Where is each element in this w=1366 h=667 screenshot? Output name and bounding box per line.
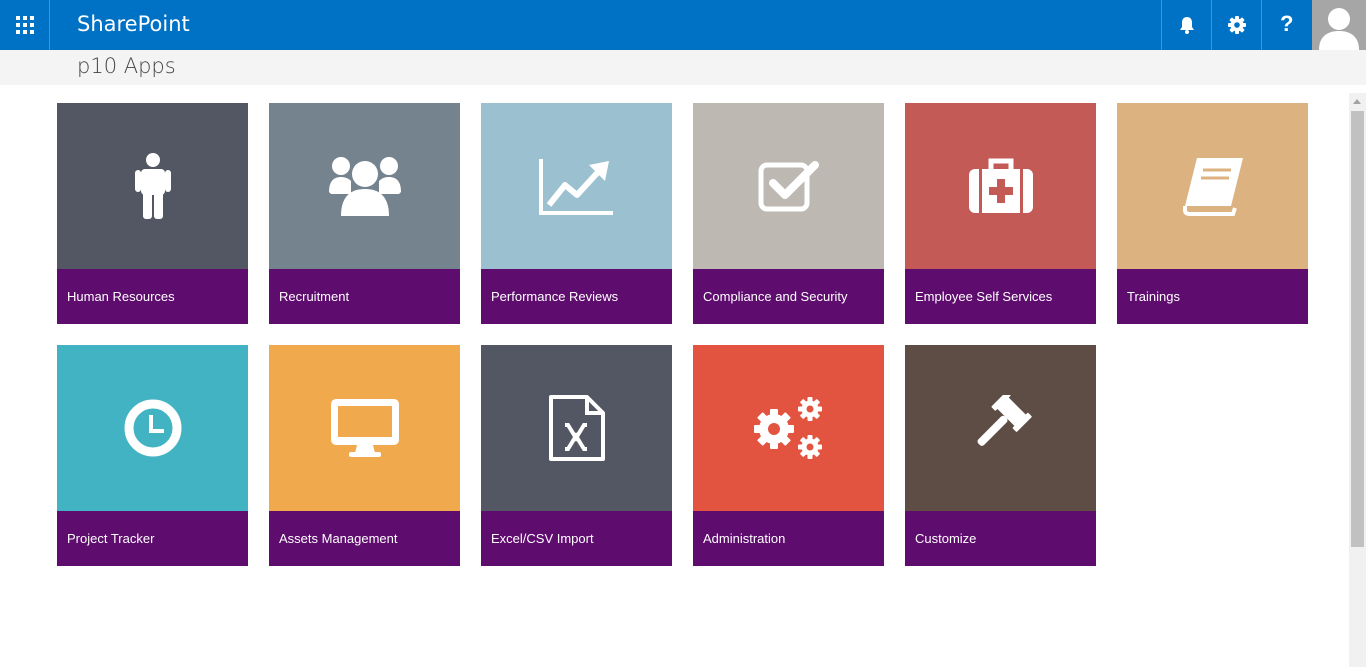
help-button[interactable]: ?	[1261, 0, 1311, 50]
settings-button[interactable]	[1211, 0, 1261, 50]
scroll-thumb[interactable]	[1351, 111, 1364, 547]
users-icon	[328, 157, 401, 216]
tile-art	[693, 103, 884, 269]
bell-icon	[1180, 17, 1194, 34]
tile-art	[57, 345, 248, 511]
tile-administration[interactable]: Administration	[693, 345, 884, 566]
tile-compliance-and-security[interactable]: Compliance and Security	[693, 103, 884, 324]
tile-employee-self-services[interactable]: Employee Self Services	[905, 103, 1096, 324]
scroll-up-arrow[interactable]	[1349, 93, 1366, 110]
tile-label: Assets Management	[269, 511, 460, 566]
tile-label: Human Resources	[57, 269, 248, 324]
gears-icon	[753, 397, 822, 459]
line-chart-icon	[538, 159, 613, 215]
tile-assets-management[interactable]: Assets Management	[269, 345, 460, 566]
brand-name[interactable]: SharePoint	[77, 12, 190, 36]
tile-label: Employee Self Services	[905, 269, 1096, 324]
checkbox-icon	[758, 161, 819, 212]
tile-art	[481, 345, 672, 511]
tile-label: Performance Reviews	[481, 269, 672, 324]
tile-art	[57, 103, 248, 269]
person-silhouette-icon	[1319, 8, 1359, 50]
tile-label: Trainings	[1117, 269, 1308, 324]
tile-label: Compliance and Security	[693, 269, 884, 324]
tile-trainings[interactable]: Trainings	[1117, 103, 1308, 324]
notifications-button[interactable]	[1161, 0, 1211, 50]
book-icon	[1182, 158, 1243, 216]
tile-art	[693, 345, 884, 511]
person-icon	[134, 153, 171, 219]
tile-customize[interactable]: Customize	[905, 345, 1096, 566]
tile-art	[1117, 103, 1308, 269]
tile-label: Project Tracker	[57, 511, 248, 566]
site-header: p10 Apps	[0, 50, 1366, 85]
tile-label: Customize	[905, 511, 1096, 566]
tile-art	[269, 345, 460, 511]
tile-recruitment[interactable]: Recruitment	[269, 103, 460, 324]
tile-human-resources[interactable]: Human Resources	[57, 103, 248, 324]
clock-icon	[124, 399, 181, 457]
vertical-scrollbar[interactable]	[1349, 93, 1366, 667]
tile-performance-reviews[interactable]: Performance Reviews	[481, 103, 672, 324]
tile-excel-csv-import[interactable]: Excel/CSV Import	[481, 345, 672, 566]
tile-art	[905, 345, 1096, 511]
tile-art	[269, 103, 460, 269]
site-title[interactable]: p10 Apps	[77, 54, 176, 78]
suite-bar: SharePoint ?	[0, 0, 1366, 50]
gavel-icon	[976, 395, 1032, 446]
app-launcher-button[interactable]	[0, 0, 50, 50]
gear-icon	[1228, 16, 1246, 34]
tile-art	[481, 103, 672, 269]
waffle-icon	[16, 16, 34, 34]
tile-project-tracker[interactable]: Project Tracker	[57, 345, 248, 566]
tile-label: Excel/CSV Import	[481, 511, 672, 566]
tile-label: Administration	[693, 511, 884, 566]
tile-label: Recruitment	[269, 269, 460, 324]
user-avatar[interactable]	[1312, 0, 1366, 50]
tile-art	[905, 103, 1096, 269]
excel-file-icon	[548, 395, 605, 461]
help-icon: ?	[1280, 11, 1294, 36]
medkit-icon	[968, 158, 1033, 213]
monitor-icon	[330, 399, 399, 457]
